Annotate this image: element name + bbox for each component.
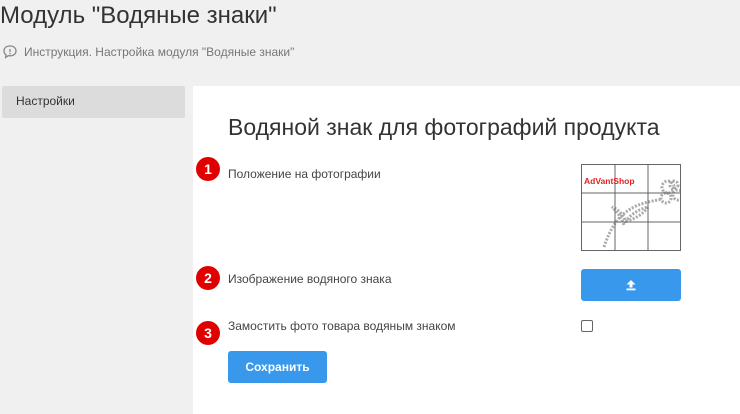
- instruction-link-text[interactable]: Инструкция. Настройка модуля "Водяные зн…: [24, 45, 294, 59]
- speech-bubble-icon: [3, 45, 17, 59]
- section-heading: Водяной знак для фотографий продукта: [228, 114, 660, 140]
- watermark-text: AdVantShop: [584, 176, 635, 186]
- watermark-position-grid[interactable]: AdVantShop: [581, 164, 681, 251]
- tile-watermark-checkbox[interactable]: [581, 320, 593, 332]
- upload-button[interactable]: [581, 269, 681, 301]
- watermark-preview: AdVantShop: [582, 165, 680, 250]
- step-badge-2: 2: [196, 266, 220, 290]
- instruction-link[interactable]: Инструкция. Настройка модуля "Водяные зн…: [2, 44, 294, 60]
- tile-watermark-label: Замостить фото товара водяным знаком: [228, 319, 456, 333]
- watermark-image-label: Изображение водяного знака: [228, 272, 392, 286]
- sidebar-item-settings[interactable]: Настройки: [2, 86, 185, 118]
- upload-icon: [626, 280, 636, 291]
- position-label: Положение на фотографии: [228, 167, 381, 181]
- save-button[interactable]: Сохранить: [228, 351, 327, 383]
- step-badge-3: 3: [196, 321, 220, 345]
- sidebar-item-label: Настройки: [16, 94, 75, 108]
- step-badge-1: 1: [196, 157, 220, 181]
- page-title: Модуль "Водяные знаки": [0, 2, 277, 29]
